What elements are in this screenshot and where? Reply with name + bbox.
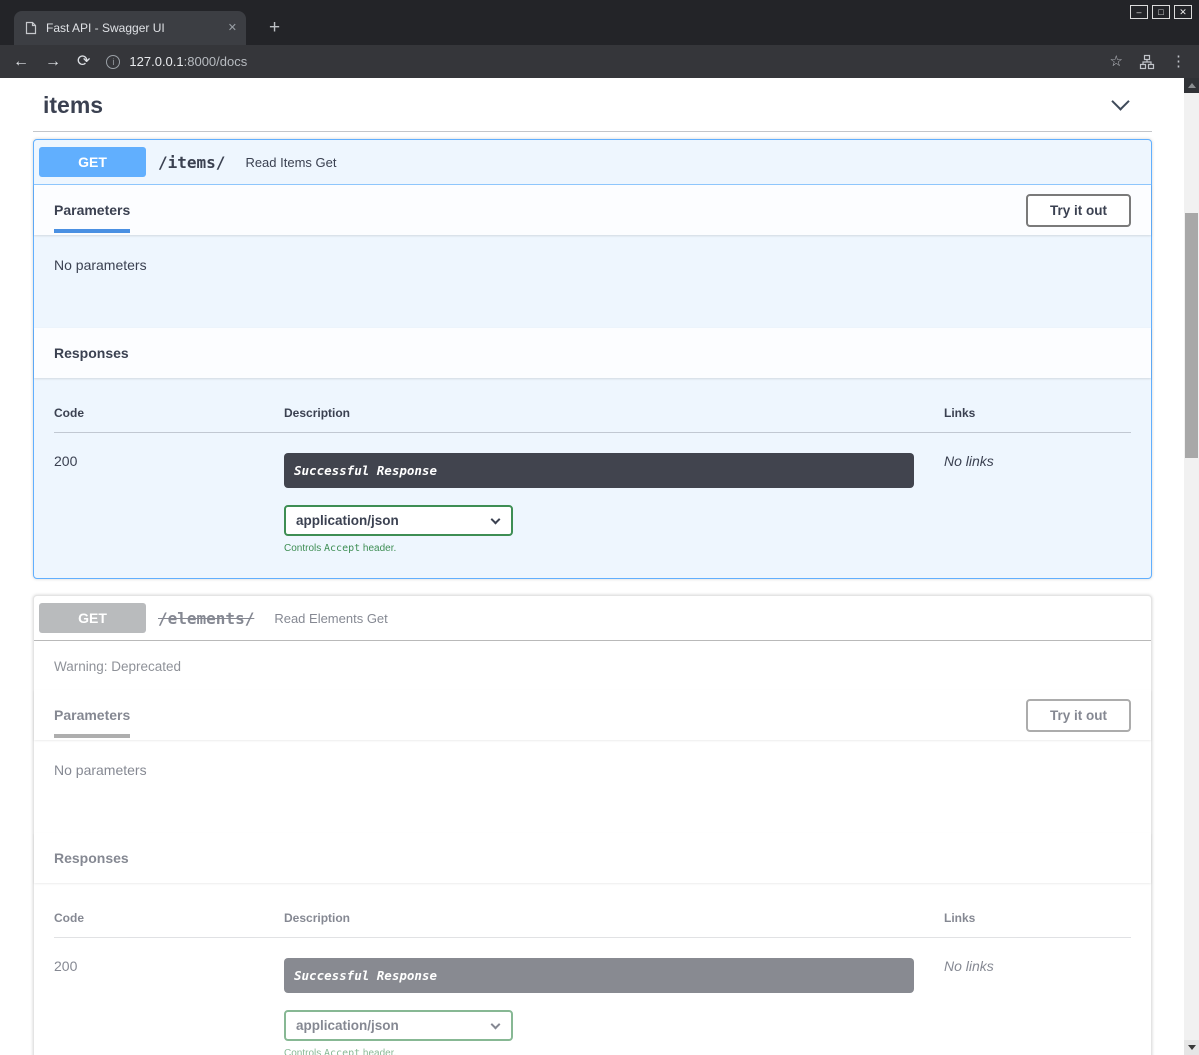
accept-note-code: Accept [324, 1048, 360, 1055]
media-type-value: application/json [296, 1018, 399, 1033]
parameters-tab[interactable]: Parameters [54, 707, 130, 723]
media-type-select[interactable]: application/json [284, 1010, 513, 1041]
new-tab-button[interactable]: + [261, 14, 288, 41]
deprecated-warning: Warning: Deprecated [34, 641, 1151, 690]
try-it-out-button[interactable]: Try it out [1026, 699, 1131, 732]
column-header-code: Code [54, 406, 284, 420]
browser-titlebar: Fast API - Swagger UI ✕ + – □ ✕ [0, 0, 1199, 45]
media-type-value: application/json [296, 513, 399, 528]
sitemap-icon[interactable] [1139, 54, 1155, 70]
operation-path: /items/ [158, 153, 225, 172]
column-header-code: Code [54, 911, 284, 925]
browser-navbar: ← → ⟳ i 127.0.0.1:8000/docs ☆ ⋮ [0, 45, 1199, 78]
try-it-out-button[interactable]: Try it out [1026, 194, 1131, 227]
maximize-button[interactable]: □ [1152, 5, 1170, 19]
operation-summary[interactable]: GET /elements/ Read Elements Get [34, 596, 1151, 641]
response-row: 200 Successful Response application/json… [54, 433, 1131, 558]
operation-description: Read Items Get [245, 155, 336, 170]
scroll-up-button[interactable] [1184, 78, 1199, 93]
response-links: No links [944, 958, 1131, 1055]
accept-header-note: Controls Accept header. [284, 1048, 944, 1055]
forward-icon[interactable]: → [45, 54, 61, 70]
opblock-get-elements-deprecated: GET /elements/ Read Elements Get Warning… [33, 595, 1152, 1055]
no-parameters-text: No parameters [34, 740, 1151, 833]
parameters-tab[interactable]: Parameters [54, 202, 130, 218]
response-code: 200 [54, 453, 284, 554]
tag-title: items [43, 92, 103, 119]
bookmark-star-icon[interactable]: ☆ [1110, 54, 1123, 69]
media-type-select[interactable]: application/json [284, 505, 513, 536]
url-path: :8000/docs [184, 54, 248, 69]
operation-path: /elements/ [158, 609, 254, 628]
tag-section-header[interactable]: items [33, 78, 1152, 132]
responses-table: Code Description Links 200 Successful Re… [34, 883, 1151, 1055]
response-description: Successful Response [284, 453, 914, 488]
method-badge: GET [39, 603, 146, 633]
column-header-description: Description [284, 406, 944, 420]
close-button[interactable]: ✕ [1174, 5, 1192, 19]
url-host: 127.0.0.1 [129, 54, 183, 69]
opblock-get-items: GET /items/ Read Items Get Parameters Tr… [33, 139, 1152, 579]
parameters-header: Parameters Try it out [34, 185, 1151, 235]
reload-icon[interactable]: ⟳ [77, 54, 90, 70]
operation-summary[interactable]: GET /items/ Read Items Get [34, 140, 1151, 185]
browser-tab[interactable]: Fast API - Swagger UI ✕ [14, 11, 246, 45]
window-controls: – □ ✕ [1130, 5, 1192, 19]
scrollbar-thumb[interactable] [1185, 213, 1198, 458]
no-parameters-text: No parameters [34, 235, 1151, 328]
triangle-down-icon [1188, 1045, 1196, 1050]
tab-close-icon[interactable]: ✕ [228, 23, 237, 34]
response-code: 200 [54, 958, 284, 1055]
method-badge: GET [39, 147, 146, 177]
page-favicon-icon [25, 21, 37, 35]
column-header-description: Description [284, 911, 944, 925]
responses-table: Code Description Links 200 Successful Re… [34, 378, 1151, 578]
chevron-down-icon [491, 515, 501, 525]
menu-kebab-icon[interactable]: ⋮ [1171, 54, 1186, 69]
tab-title: Fast API - Swagger UI [46, 21, 219, 35]
response-row: 200 Successful Response application/json… [54, 938, 1131, 1055]
accept-header-note: Controls Accept header. [284, 543, 944, 554]
accept-note-code: Accept [324, 543, 360, 554]
page-scrollbar[interactable] [1184, 78, 1199, 1055]
response-links: No links [944, 453, 1131, 554]
response-description: Successful Response [284, 958, 914, 993]
chevron-down-icon [491, 1020, 501, 1030]
swagger-page: items GET /items/ Read Items Get Paramet… [0, 78, 1199, 1055]
back-icon[interactable]: ← [13, 54, 29, 70]
minimize-button[interactable]: – [1130, 5, 1148, 19]
triangle-up-icon [1188, 83, 1196, 88]
parameters-header: Parameters Try it out [34, 690, 1151, 740]
site-info-icon[interactable]: i [106, 55, 120, 69]
responses-title: Responses [54, 345, 129, 361]
responses-header: Responses [34, 833, 1151, 883]
accept-note-prefix: Controls [284, 1048, 324, 1055]
accept-note-suffix: header. [360, 543, 396, 554]
responses-header: Responses [34, 328, 1151, 378]
accept-note-prefix: Controls [284, 543, 324, 554]
collapse-section-icon[interactable] [1111, 92, 1129, 110]
column-header-links: Links [944, 406, 1131, 420]
accept-note-suffix: header. [360, 1048, 396, 1055]
operation-description: Read Elements Get [274, 611, 387, 626]
column-header-links: Links [944, 911, 1131, 925]
url-bar[interactable]: i 127.0.0.1:8000/docs [106, 53, 1093, 71]
responses-title: Responses [54, 850, 129, 866]
scroll-down-button[interactable] [1184, 1040, 1199, 1055]
